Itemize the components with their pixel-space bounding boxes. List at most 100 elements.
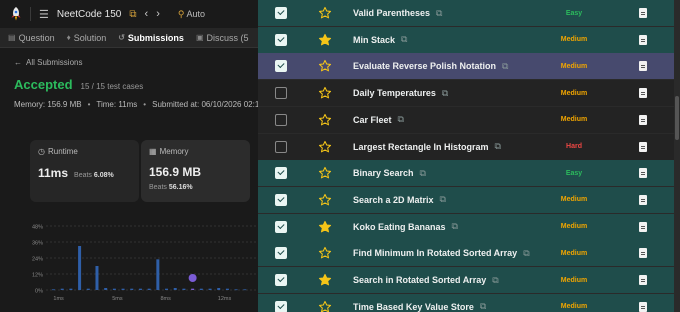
problem-row[interactable]: Find Minimum In Rotated Sorted Array ⧉ Med…: [258, 240, 674, 268]
star-outline-icon[interactable]: [318, 6, 332, 20]
chart-bar[interactable]: [138, 288, 142, 290]
problem-row[interactable]: Valid Parentheses ⧉ Easy: [258, 0, 674, 27]
chart-bar[interactable]: [112, 288, 116, 290]
solved-checkbox[interactable]: [275, 193, 287, 206]
document-icon[interactable]: [639, 168, 647, 179]
tab-submissions[interactable]: ↺ Submissions: [118, 33, 184, 43]
external-link-icon[interactable]: ⧉: [129, 9, 136, 20]
problem-link[interactable]: Search in Rotated Sorted Array ⧉: [353, 275, 499, 286]
solved-checkbox[interactable]: [275, 167, 287, 180]
problem-row[interactable]: Car Fleet ⧉ Medium: [258, 106, 674, 134]
star-filled-icon[interactable]: [318, 273, 332, 287]
chart-bar[interactable]: [69, 288, 73, 290]
document-icon[interactable]: [639, 301, 647, 312]
problem-link[interactable]: Evaluate Reverse Polish Notation ⧉: [353, 61, 508, 72]
problem-row[interactable]: Search a 2D Matrix ⧉ Medium: [258, 186, 674, 214]
external-link-icon[interactable]: ⧉: [420, 168, 426, 179]
document-icon[interactable]: [639, 221, 647, 232]
problem-link[interactable]: Valid Parentheses ⧉: [353, 8, 442, 19]
star-outline-icon[interactable]: [318, 59, 332, 73]
external-link-icon[interactable]: ⧉: [442, 88, 448, 99]
chart-bar[interactable]: [104, 288, 108, 290]
solved-checkbox[interactable]: [275, 247, 287, 260]
star-outline-icon[interactable]: [318, 86, 332, 100]
problem-link[interactable]: Binary Search ⧉: [353, 168, 426, 179]
chart-bar[interactable]: [156, 259, 160, 290]
problem-row[interactable]: Evaluate Reverse Polish Notation ⧉ Medium: [258, 53, 674, 81]
chart-bar[interactable]: [78, 246, 82, 290]
problem-link[interactable]: Car Fleet ⧉: [353, 114, 404, 125]
external-link-icon[interactable]: ⧉: [401, 34, 407, 45]
scrollbar-thumb[interactable]: [675, 96, 679, 140]
solved-checkbox[interactable]: [275, 113, 287, 126]
problem-link[interactable]: Search a 2D Matrix ⧉: [353, 194, 446, 205]
chart-bar[interactable]: [199, 288, 203, 290]
problem-link[interactable]: Daily Temperatures ⧉: [353, 88, 448, 99]
chart-bar[interactable]: [95, 266, 99, 290]
document-icon[interactable]: [639, 248, 647, 259]
problem-list-title[interactable]: NeetCode 150: [57, 9, 122, 20]
all-submissions-link[interactable]: ← All Submissions: [14, 58, 244, 67]
chart-bar[interactable]: [60, 288, 64, 290]
chart-bar[interactable]: [165, 288, 169, 290]
solved-checkbox[interactable]: [275, 274, 287, 286]
problem-row[interactable]: Time Based Key Value Store ⧉ Medium: [258, 293, 674, 312]
external-link-icon[interactable]: ⧉: [440, 194, 446, 205]
chart-bar[interactable]: [191, 288, 195, 290]
solved-checkbox[interactable]: [275, 33, 287, 46]
document-icon[interactable]: [639, 114, 647, 125]
star-outline-icon[interactable]: [318, 193, 332, 207]
external-link-icon[interactable]: ⧉: [492, 275, 498, 286]
chart-bar[interactable]: [182, 288, 186, 290]
problem-list-icon[interactable]: ☰: [39, 8, 49, 21]
memory-card[interactable]: ▦ Memory 156.9 MB Beats 56.16%: [141, 140, 250, 202]
solved-checkbox[interactable]: [275, 60, 287, 73]
document-icon[interactable]: [639, 275, 647, 285]
solved-checkbox[interactable]: [275, 7, 287, 19]
document-icon[interactable]: [639, 194, 647, 205]
star-outline-icon[interactable]: [318, 140, 332, 154]
chart-bar[interactable]: [86, 288, 90, 290]
your-submission-marker[interactable]: [188, 274, 197, 282]
external-link-icon[interactable]: ⧉: [502, 61, 508, 72]
scrollbar-track[interactable]: [674, 0, 680, 312]
problem-row[interactable]: Daily Temperatures ⧉ Medium: [258, 80, 674, 108]
external-link-icon[interactable]: ⧉: [495, 141, 501, 152]
document-icon[interactable]: [639, 88, 647, 99]
document-icon[interactable]: [639, 8, 647, 18]
external-link-icon[interactable]: ⧉: [523, 248, 529, 259]
document-icon[interactable]: [639, 141, 647, 152]
chart-bar[interactable]: [234, 289, 238, 291]
problem-link[interactable]: Koko Eating Bananas ⧉: [353, 221, 458, 232]
document-icon[interactable]: [639, 61, 647, 72]
problem-row[interactable]: Koko Eating Bananas ⧉ Medium: [258, 213, 674, 241]
chart-bar[interactable]: [147, 288, 151, 290]
external-link-icon[interactable]: ⧉: [398, 114, 404, 125]
chart-bar[interactable]: [208, 288, 212, 290]
problem-row[interactable]: Binary Search ⧉ Easy: [258, 160, 674, 188]
chevron-right-icon[interactable]: ›: [156, 8, 160, 20]
document-icon[interactable]: [639, 34, 647, 45]
problem-link[interactable]: Min Stack ⧉: [353, 34, 407, 45]
problem-row[interactable]: Largest Rectangle In Histogram ⧉ Hard: [258, 133, 674, 161]
star-outline-icon[interactable]: [318, 246, 332, 260]
star-filled-icon[interactable]: [318, 33, 332, 47]
problem-link[interactable]: Find Minimum In Rotated Sorted Array ⧉: [353, 248, 530, 259]
problem-row[interactable]: Min Stack ⧉ Medium: [258, 26, 674, 54]
tab-solution[interactable]: ♦ Solution: [67, 33, 107, 43]
problem-link[interactable]: Time Based Key Value Store ⧉: [353, 301, 486, 312]
problem-link[interactable]: Largest Rectangle In Histogram ⧉: [353, 141, 501, 152]
solved-checkbox[interactable]: [275, 140, 287, 153]
chart-bar[interactable]: [121, 288, 125, 290]
chart-bar[interactable]: [225, 288, 229, 290]
tab-question[interactable]: ▤ Question: [8, 33, 55, 43]
solved-checkbox[interactable]: [275, 220, 287, 233]
chevron-left-icon[interactable]: ‹: [145, 8, 149, 20]
rocket-logo-icon[interactable]: [10, 7, 22, 21]
runtime-card[interactable]: ◷ Runtime 11ms Beats 6.08%: [30, 140, 139, 202]
solved-checkbox[interactable]: [275, 300, 287, 312]
star-outline-icon[interactable]: [318, 300, 332, 312]
star-filled-icon[interactable]: [318, 220, 332, 234]
chart-bar[interactable]: [217, 288, 221, 290]
external-link-icon[interactable]: ⧉: [480, 301, 486, 312]
